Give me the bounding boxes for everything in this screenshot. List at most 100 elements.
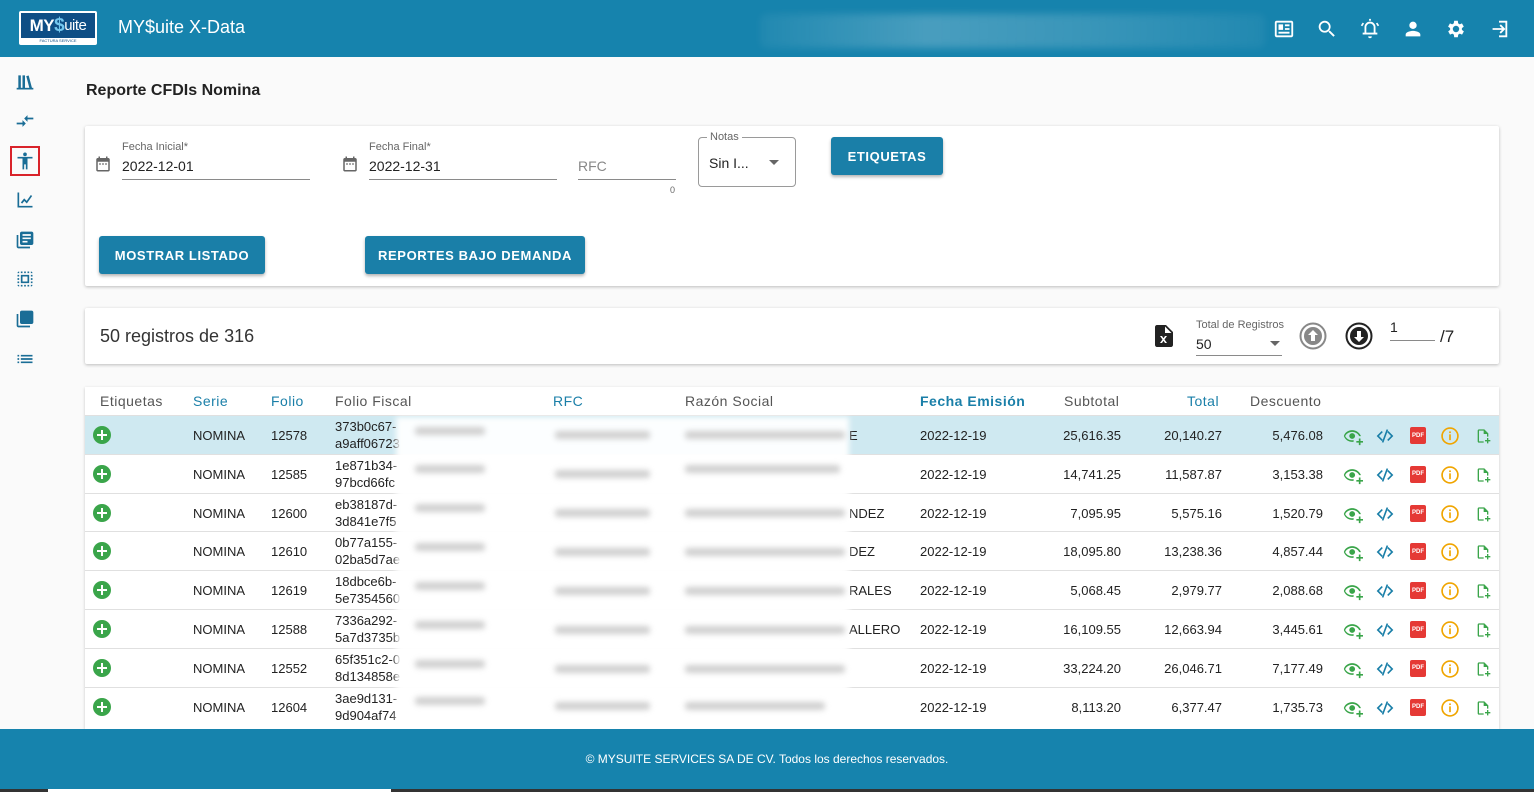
view-add-icon[interactable] xyxy=(1343,698,1363,718)
layers-icon[interactable] xyxy=(12,306,38,332)
file-add-icon[interactable] xyxy=(1475,544,1491,560)
xml-code-icon[interactable] xyxy=(1375,465,1395,485)
pdf-icon[interactable]: PDF xyxy=(1410,465,1426,483)
pdf-icon[interactable]: PDF xyxy=(1410,427,1426,444)
total-registros-select[interactable]: 50 xyxy=(1196,336,1212,352)
mysuite-logo[interactable]: MY $ uite FACTURA SERVICE xyxy=(19,11,97,45)
pdf-icon[interactable]: PDF xyxy=(1410,698,1426,716)
mostrar-listado-button[interactable]: MOSTRAR LISTADO xyxy=(99,236,265,274)
etiquetas-button[interactable]: ETIQUETAS xyxy=(831,137,943,175)
page-up-icon[interactable] xyxy=(1299,322,1327,350)
view-add-icon[interactable] xyxy=(1343,465,1363,485)
col-total[interactable]: Total xyxy=(1187,393,1219,409)
cell-fecha-emision: 2022-12-19 xyxy=(920,505,987,521)
logo-dollar: $ xyxy=(54,14,65,36)
cell-subtotal: 16,109.55 xyxy=(1063,622,1121,637)
calendar-icon[interactable] xyxy=(341,155,359,173)
cell-folio-fiscal: 3ae9d131- 9d904af74 xyxy=(335,690,397,724)
folio-fiscal-line1: 3ae9d131- xyxy=(335,690,398,706)
add-tag-icon[interactable] xyxy=(93,581,111,600)
list-book-icon[interactable] xyxy=(12,227,38,253)
col-serie[interactable]: Serie xyxy=(193,393,228,409)
add-tag-icon[interactable] xyxy=(93,464,111,483)
redacted-region xyxy=(396,417,849,729)
person-icon[interactable] xyxy=(10,146,40,176)
xml-code-icon[interactable] xyxy=(1375,504,1395,524)
sidebar xyxy=(0,57,50,729)
filter-card: Fecha Inicial* 2022-12-01 Fecha Final* 2… xyxy=(85,126,1499,286)
rfc-input[interactable]: RFC xyxy=(578,158,607,174)
xml-code-icon[interactable] xyxy=(1375,542,1395,562)
page-down-icon[interactable] xyxy=(1345,322,1373,350)
file-add-icon[interactable] xyxy=(1475,700,1491,716)
view-add-icon[interactable] xyxy=(1343,659,1363,679)
xml-code-icon[interactable] xyxy=(1375,659,1395,679)
notas-select[interactable]: Notas Sin I... xyxy=(698,131,796,187)
col-rfc[interactable]: RFC xyxy=(553,393,583,409)
library-icon[interactable] xyxy=(12,69,38,95)
add-tag-icon[interactable] xyxy=(93,426,111,444)
alarm-icon[interactable] xyxy=(1348,0,1391,57)
file-add-icon[interactable] xyxy=(1475,428,1491,444)
search-icon[interactable] xyxy=(1305,0,1348,57)
xml-code-icon[interactable] xyxy=(1375,426,1395,446)
pdf-icon[interactable]: PDF xyxy=(1410,543,1426,561)
add-tag-icon[interactable] xyxy=(93,542,111,561)
fecha-inicial-input[interactable]: 2022-12-01 xyxy=(122,158,194,174)
logout-icon[interactable] xyxy=(1477,0,1520,57)
xml-code-icon[interactable] xyxy=(1375,620,1395,640)
file-add-icon[interactable] xyxy=(1475,661,1491,677)
xml-code-icon[interactable] xyxy=(1375,698,1395,718)
info-icon[interactable] xyxy=(1440,426,1460,446)
top-app-bar: MY $ uite FACTURA SERVICE MY$uite X-Data xyxy=(0,0,1534,57)
redacted-bar xyxy=(415,697,485,705)
pdf-icon[interactable]: PDF xyxy=(1410,621,1426,638)
logo-uite: uite xyxy=(64,17,87,34)
add-tag-icon[interactable] xyxy=(93,658,111,677)
settings-icon[interactable] xyxy=(1434,0,1477,57)
fecha-final-input[interactable]: 2022-12-31 xyxy=(369,158,441,174)
info-icon[interactable] xyxy=(1440,581,1460,601)
redacted-bar xyxy=(415,621,485,629)
add-tag-icon[interactable] xyxy=(93,503,111,522)
notas-value: Sin I... xyxy=(709,155,749,171)
file-add-icon[interactable] xyxy=(1475,506,1491,522)
cell-folio: 12578 xyxy=(271,428,308,443)
chart-icon[interactable] xyxy=(12,187,38,213)
add-tag-icon[interactable] xyxy=(93,697,111,716)
pdf-icon[interactable]: PDF xyxy=(1410,582,1426,600)
compare-arrows-icon[interactable] xyxy=(12,108,38,134)
file-add-icon[interactable] xyxy=(1475,622,1491,638)
info-icon[interactable] xyxy=(1440,465,1460,485)
info-icon[interactable] xyxy=(1440,504,1460,524)
chevron-down-icon[interactable] xyxy=(1270,341,1280,346)
col-fecha-emision[interactable]: Fecha Emisión xyxy=(920,393,1025,409)
info-icon[interactable] xyxy=(1440,659,1460,679)
calendar-icon[interactable] xyxy=(94,155,112,173)
add-tag-icon[interactable] xyxy=(93,620,111,638)
export-file-icon[interactable] xyxy=(1155,325,1173,347)
pdf-icon[interactable]: PDF xyxy=(1410,659,1426,677)
cell-folio-fiscal: 65f351c2-0 8d134858e xyxy=(335,651,400,685)
file-add-icon[interactable] xyxy=(1475,467,1491,483)
xml-code-icon[interactable] xyxy=(1375,581,1395,601)
file-add-icon[interactable] xyxy=(1475,583,1491,599)
col-folio[interactable]: Folio xyxy=(271,393,304,409)
view-add-icon[interactable] xyxy=(1343,426,1363,446)
user-icon[interactable] xyxy=(1391,0,1434,57)
info-icon[interactable] xyxy=(1440,620,1460,640)
view-add-icon[interactable] xyxy=(1343,581,1363,601)
list-icon[interactable] xyxy=(12,346,38,372)
folio-fiscal-line2: 5a7d3735b xyxy=(335,630,401,645)
redacted-bar xyxy=(415,660,485,668)
info-icon[interactable] xyxy=(1440,698,1460,718)
view-add-icon[interactable] xyxy=(1343,542,1363,562)
view-add-icon[interactable] xyxy=(1343,620,1363,640)
pdf-icon[interactable]: PDF xyxy=(1410,504,1426,522)
reportes-bajo-demanda-button[interactable]: REPORTES BAJO DEMANDA xyxy=(365,236,585,274)
news-icon[interactable] xyxy=(1262,0,1305,57)
page-number-input[interactable]: 1 xyxy=(1390,319,1435,341)
view-add-icon[interactable] xyxy=(1343,504,1363,524)
info-icon[interactable] xyxy=(1440,542,1460,562)
copy-icon[interactable] xyxy=(12,266,38,292)
